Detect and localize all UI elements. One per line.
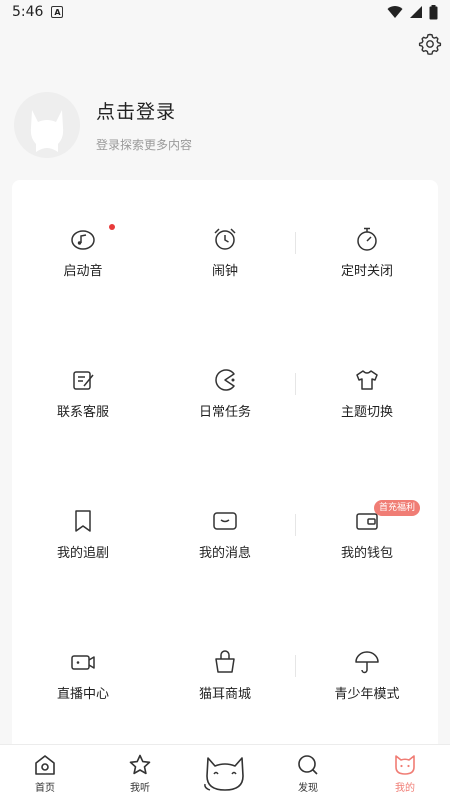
search-icon — [298, 755, 318, 775]
grid-item-label: 定时关闭 — [340, 264, 393, 279]
grid-item-label: 我的追剧 — [56, 546, 109, 561]
grid-item-teen-mode[interactable]: 青少年模式 — [296, 603, 438, 744]
login-subtitle: 登录探索更多内容 — [96, 138, 193, 152]
tshirt-icon — [356, 370, 378, 390]
grid-item-live-center[interactable]: 直播中心 — [12, 603, 154, 744]
edit-note-icon — [73, 371, 94, 390]
nav-tab-listen[interactable]: 我听 — [95, 745, 185, 800]
video-camera-icon — [71, 655, 95, 670]
grid-item-label: 闹钟 — [211, 264, 238, 279]
alarm-clock-icon — [214, 228, 236, 250]
timer-icon — [357, 227, 377, 251]
message-icon — [213, 512, 237, 530]
grid-item-startup-sound[interactable]: 启动音 — [12, 180, 154, 321]
grid-item-label: 启动音 — [63, 264, 103, 279]
divider — [295, 655, 296, 677]
grid-item-label: 主题切换 — [340, 405, 393, 420]
login-title[interactable]: 点击登录 — [96, 97, 192, 124]
grid-item-theme-switch[interactable]: 主题切换 — [296, 321, 438, 462]
home-icon — [35, 755, 55, 775]
grid-item-alarm[interactable]: 闹钟 — [154, 180, 296, 321]
grid-item-label: 我的钱包 — [340, 546, 393, 561]
promo-badge: 首充福利 — [374, 500, 421, 516]
battery-icon — [429, 4, 438, 19]
divider — [295, 232, 296, 254]
nav-tab-mine[interactable]: 我的 — [360, 745, 450, 800]
divider — [295, 373, 296, 395]
status-time: 5:46 — [12, 4, 44, 20]
cat-face-icon — [395, 755, 415, 775]
new-indicator-dot — [109, 224, 115, 230]
grid-item-label: 直播中心 — [56, 687, 109, 702]
settings-gear-icon[interactable] — [418, 32, 442, 56]
grid-item-daily-tasks[interactable]: 日常任务 — [154, 321, 296, 462]
feature-grid-card: 启动音 闹钟 定时关闭 联系客服 日常任务 主题切换 我的追剧 我的消息 我的钱… — [12, 180, 438, 760]
grid-item-store[interactable]: 猫耳商城 — [154, 603, 296, 744]
grid-item-label: 我的消息 — [198, 546, 251, 561]
grid-item-customer-service[interactable]: 联系客服 — [12, 321, 154, 462]
login-text-group: 点击登录 登录探索更多内容 — [96, 97, 192, 153]
grid-item-label: 日常任务 — [198, 405, 251, 420]
grid-item-label: 猫耳商城 — [198, 687, 251, 702]
notification-badge-icon: A — [51, 6, 64, 18]
pacman-icon — [215, 369, 235, 391]
nav-tab-discover[interactable]: 发现 — [263, 745, 353, 800]
nav-label: 我的 — [395, 783, 415, 794]
grid-item-sleep-timer[interactable]: 定时关闭 — [296, 180, 438, 321]
divider — [295, 514, 296, 536]
status-icons — [387, 4, 438, 20]
nav-tab-home[interactable]: 首页 — [0, 745, 90, 800]
grid-item-label: 联系客服 — [56, 405, 109, 420]
avatar[interactable] — [14, 92, 80, 158]
signal-icon — [410, 6, 422, 18]
bookmark-icon — [75, 510, 91, 532]
music-note-icon — [71, 230, 95, 250]
default-cat-avatar-icon — [30, 110, 64, 152]
wifi-icon — [387, 6, 403, 19]
grid-item-my-series[interactable]: 我的追剧 — [12, 462, 154, 603]
umbrella-icon — [355, 651, 379, 674]
nav-label: 我听 — [130, 783, 150, 794]
login-profile-section[interactable]: 点击登录 登录探索更多内容 — [14, 90, 434, 160]
nav-label: 首页 — [35, 783, 55, 794]
grid-item-my-wallet[interactable]: 我的钱包 — [296, 462, 438, 603]
grid-item-label: 青少年模式 — [334, 687, 400, 702]
star-icon — [129, 754, 151, 775]
grid-item-my-messages[interactable]: 我的消息 — [154, 462, 296, 603]
status-bar: 5:46 A — [0, 0, 450, 24]
cat-player-button-icon[interactable] — [200, 750, 250, 796]
shopping-bag-icon — [215, 650, 235, 673]
nav-label: 发现 — [298, 783, 318, 794]
